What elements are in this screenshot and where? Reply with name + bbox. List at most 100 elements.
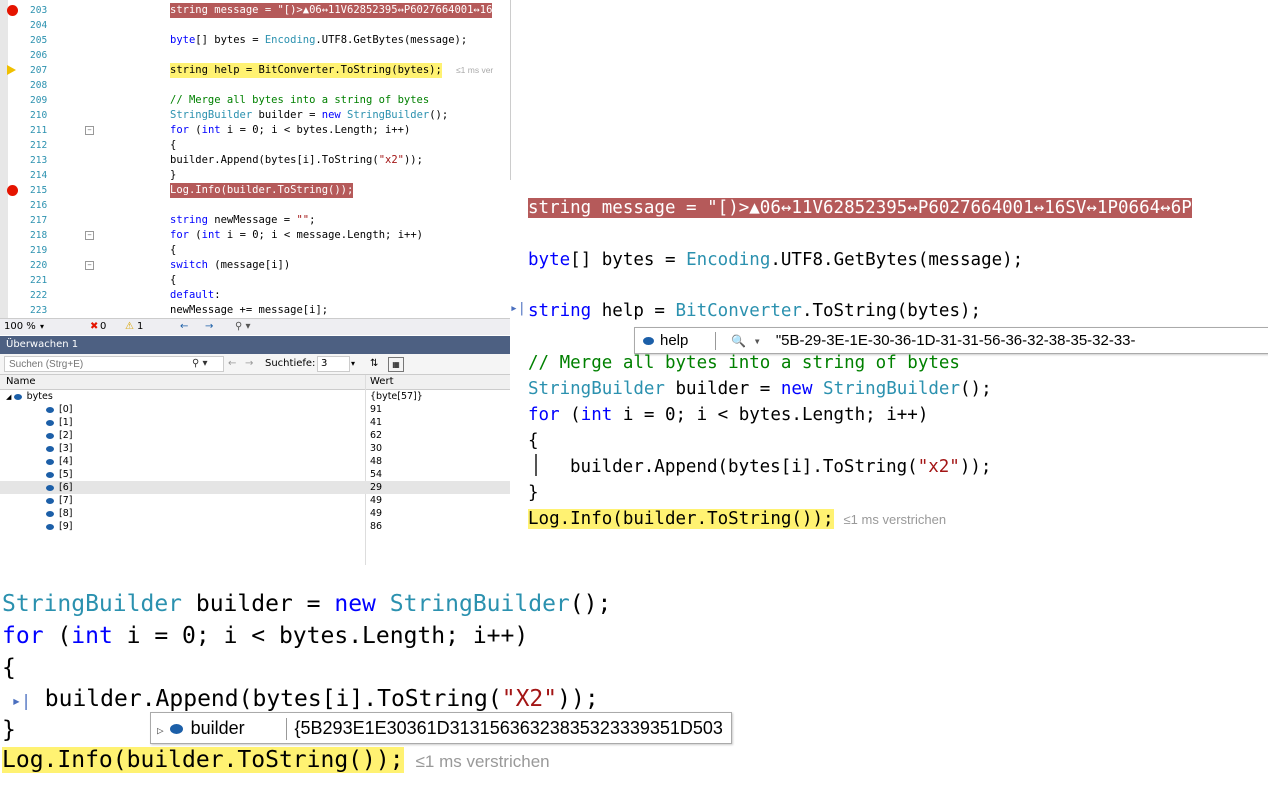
editor-panel-top-left: 203 string message = "[)>▲06↔11V62852395↔…: [0, 0, 511, 565]
code-line-comment[interactable]: // Merge all bytes into a string of byte…: [528, 351, 960, 375]
search-depth-select[interactable]: 3: [317, 356, 350, 372]
search-icon[interactable]: ⚲ ▾: [192, 354, 208, 374]
datatip-help[interactable]: help 🔍 ▾ "5B-29-3E-1E-30-36-1D-31-31-56-…: [634, 327, 1268, 354]
filter-icon[interactable]: ⚲ ▾: [235, 319, 251, 335]
code-line-log[interactable]: Log.Info(builder.ToString()); ≤1 ms verst…: [2, 745, 550, 777]
zoom-level[interactable]: 100 %: [4, 319, 36, 335]
watch-header: Name Wert: [0, 375, 510, 390]
watch-row[interactable]: [6] 29: [0, 481, 510, 494]
code-text[interactable]: for (int i = 0; i < message.Length; i++): [170, 228, 423, 243]
watch-row[interactable]: [9] 86: [0, 520, 510, 533]
depth-dropdown-icon[interactable]: ▾: [351, 354, 355, 374]
expand-arrow-icon[interactable]: ◢: [6, 393, 14, 401]
code-text[interactable]: newMessage += message[i];: [170, 303, 328, 318]
watch-item-value[interactable]: 49: [370, 494, 382, 507]
code-line-open-brace[interactable]: {: [528, 429, 539, 453]
datatip-value[interactable]: "5B-29-3E-1E-30-36-1D-31-31-56-36-32-38-…: [776, 332, 1136, 349]
watch-item-value[interactable]: 86: [370, 520, 382, 533]
line-number: 203: [30, 5, 48, 16]
watch-item-value[interactable]: 54: [370, 468, 382, 481]
watch-item-name: [9]: [59, 521, 73, 532]
search-back-icon[interactable]: ←: [228, 354, 236, 374]
code-text[interactable]: {: [170, 138, 176, 153]
watch-item-value[interactable]: {byte[57]}: [370, 390, 423, 403]
code-line-append[interactable]: builder.Append(bytes[i].ToString("x2"));: [570, 455, 991, 479]
breakpoint-margin[interactable]: [0, 0, 8, 320]
zoom-dropdown-icon[interactable]: ▾: [40, 319, 44, 335]
code-line-builder[interactable]: StringBuilder builder = new StringBuilde…: [2, 589, 611, 619]
line-number: 211: [30, 125, 48, 136]
code-line-for[interactable]: for (int i = 0; i < bytes.Length; i++): [528, 403, 928, 427]
collapse-icon[interactable]: −: [85, 261, 94, 270]
code-line-help[interactable]: string help = BitConverter.ToString(byte…: [528, 299, 981, 323]
code-text[interactable]: for (int i = 0; i < bytes.Length; i++): [170, 123, 410, 138]
watch-item-value[interactable]: 41: [370, 416, 382, 429]
step-into-icon[interactable]: ▸|: [2, 691, 31, 710]
step-into-icon[interactable]: ▸|: [510, 301, 526, 316]
nav-back-icon[interactable]: ←: [180, 319, 188, 335]
code-line-log[interactable]: Log.Info(builder.ToString()); ≤1 ms verst…: [528, 507, 946, 532]
watch-item-value[interactable]: 91: [370, 403, 382, 416]
code-text[interactable]: default:: [170, 288, 221, 303]
datatip-builder[interactable]: ▷ builder {5B293E1E30361D3131563632383532…: [150, 712, 732, 744]
nav-forward-icon[interactable]: →: [205, 319, 213, 335]
watch-item-name: [2]: [59, 430, 73, 441]
code-text[interactable]: string message = "[)>▲06↔11V62852395↔P60…: [170, 3, 493, 18]
watch-item-value[interactable]: 48: [370, 455, 382, 468]
watch-item-value[interactable]: 62: [370, 429, 382, 442]
code-line-builder[interactable]: StringBuilder builder = new StringBuilde…: [528, 377, 992, 401]
current-statement-arrow-icon[interactable]: [7, 65, 16, 75]
datatip-value[interactable]: {5B293E1E30361D31315636323835323339351D5…: [295, 718, 723, 738]
watch-search-input[interactable]: [4, 356, 224, 372]
code-line-for[interactable]: for (int i = 0; i < bytes.Length; i++): [2, 621, 528, 651]
watch-row[interactable]: ◢ bytes {byte[57]}: [0, 390, 510, 403]
field-icon: [46, 497, 54, 504]
code-text[interactable]: Log.Info(builder.ToString());: [170, 183, 354, 198]
expand-arrow-icon[interactable]: ▷: [157, 724, 164, 737]
watch-item-value[interactable]: 29: [370, 481, 382, 494]
hex-display-icon[interactable]: ▦: [388, 357, 404, 372]
code-text[interactable]: {: [170, 273, 176, 288]
code-text[interactable]: switch (message[i]): [170, 258, 290, 273]
magnifier-icon[interactable]: 🔍 ▾: [731, 334, 760, 348]
code-text[interactable]: builder.Append(bytes[i].ToString("x2"));: [170, 153, 423, 168]
code-line-bytes[interactable]: byte[] bytes = Encoding.UTF8.GetBytes(me…: [528, 248, 1023, 272]
watch-row[interactable]: [5] 54: [0, 468, 510, 481]
field-icon: [46, 484, 54, 491]
error-count[interactable]: 0: [100, 319, 106, 335]
watch-row[interactable]: [0] 91: [0, 403, 510, 416]
column-name-header[interactable]: Name: [6, 375, 36, 389]
search-forward-icon[interactable]: →: [245, 354, 253, 374]
code-text[interactable]: string help = BitConverter.ToString(byte…: [170, 63, 442, 78]
watch-item-value[interactable]: 30: [370, 442, 382, 455]
code-text[interactable]: byte[] bytes = Encoding.UTF8.GetBytes(me…: [170, 33, 467, 48]
code-text[interactable]: string newMessage = "";: [170, 213, 315, 228]
watch-row[interactable]: [1] 41: [0, 416, 510, 429]
watch-row[interactable]: [2] 62: [0, 429, 510, 442]
code-line-message[interactable]: string message = "[)>▲06↔11V62852395↔P60…: [528, 196, 1192, 220]
watch-row[interactable]: [7] 49: [0, 494, 510, 507]
watch-window-title: Überwachen 1: [0, 336, 510, 354]
sort-icon[interactable]: ⇅: [370, 354, 378, 374]
column-value-header[interactable]: Wert: [370, 375, 394, 389]
code-text[interactable]: }: [170, 168, 176, 183]
line-number: 210: [30, 110, 48, 121]
code-text[interactable]: // Merge all bytes into a string of byte…: [170, 93, 429, 108]
watch-item-value[interactable]: 49: [370, 507, 382, 520]
watch-row[interactable]: [4] 48: [0, 455, 510, 468]
breakpoint-icon[interactable]: [7, 185, 18, 196]
line-number: 219: [30, 245, 48, 256]
code-line-close-brace[interactable]: }: [528, 481, 539, 505]
code-text[interactable]: {: [170, 243, 176, 258]
watch-item-name: bytes: [26, 391, 53, 402]
breakpoint-icon[interactable]: [7, 5, 18, 16]
warning-count[interactable]: 1: [137, 319, 143, 335]
collapse-icon[interactable]: −: [85, 231, 94, 240]
code-line-close-brace[interactable]: }: [2, 715, 16, 745]
code-text[interactable]: StringBuilder builder = new StringBuilde…: [170, 108, 448, 123]
watch-row[interactable]: [3] 30: [0, 442, 510, 455]
watch-row[interactable]: [8] 49: [0, 507, 510, 520]
code-line-open-brace[interactable]: {: [2, 653, 16, 683]
watch-item-name: [8]: [59, 508, 73, 519]
collapse-icon[interactable]: −: [85, 126, 94, 135]
